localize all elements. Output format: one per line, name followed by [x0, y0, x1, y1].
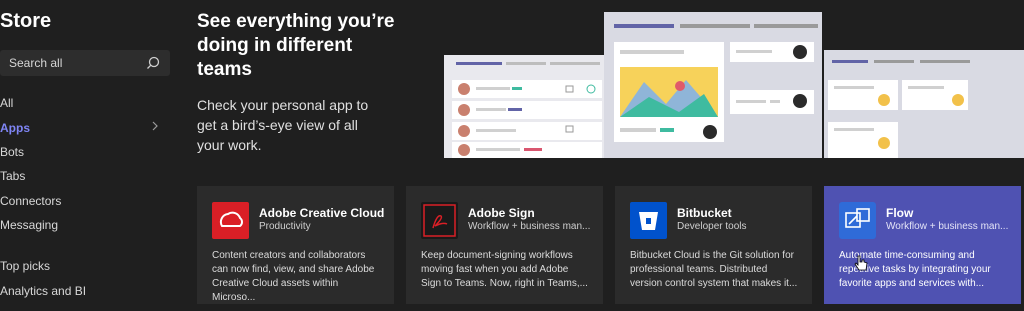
- sidebar-item-all[interactable]: All: [0, 96, 13, 110]
- hero-title: See everything you’re doing in different…: [197, 11, 395, 80]
- flow-logo-icon: [839, 202, 876, 239]
- bitbucket-logo-icon: [630, 202, 667, 239]
- app-category: Productivity: [259, 221, 311, 232]
- app-category: Workflow + business man...: [886, 221, 1009, 232]
- sidebar-item-apps[interactable]: Apps: [0, 121, 30, 135]
- sidebar-item-connectors[interactable]: Connectors: [0, 194, 61, 208]
- adobe-sign-logo-icon: [421, 202, 458, 239]
- app-card-bitbucket[interactable]: Bitbucket Developer tools Bitbucket Clou…: [615, 186, 812, 304]
- app-card-adobe-sign[interactable]: Adobe Sign Workflow + business man... Ke…: [406, 186, 603, 304]
- sidebar-item-analytics-and-bi[interactable]: Analytics and BI: [0, 284, 86, 298]
- app-category: Developer tools: [677, 221, 747, 232]
- app-card-adobe-creative-cloud[interactable]: Adobe Creative Cloud Productivity Conten…: [197, 186, 394, 304]
- search-placeholder: Search all: [9, 56, 63, 70]
- app-description: Content creators and collaborators can n…: [212, 250, 375, 303]
- landscape-image: [620, 67, 718, 117]
- search-input[interactable]: Search all: [0, 50, 170, 76]
- hero-illustration: [444, 12, 1024, 158]
- chevron-right-icon: [152, 121, 158, 131]
- adobe-creative-cloud-logo-icon: [212, 202, 249, 239]
- search-icon[interactable]: [146, 56, 160, 70]
- sidebar-item-top-picks[interactable]: Top picks: [0, 259, 50, 273]
- app-description: Keep document-signing workflows moving f…: [421, 250, 588, 289]
- app-name: Bitbucket: [677, 206, 732, 220]
- sidebar: Store Search all All Apps Bots Tabs Conn…: [0, 0, 185, 311]
- sidebar-item-tabs[interactable]: Tabs: [0, 169, 25, 183]
- left-list: [452, 80, 602, 158]
- hero-subtitle: Check your personal app to get a bird’s-…: [197, 97, 369, 153]
- sidebar-item-messaging[interactable]: Messaging: [0, 218, 58, 232]
- hand-cursor-icon: [854, 255, 868, 271]
- app-category: Workflow + business man...: [468, 221, 591, 232]
- page-title: Store: [0, 10, 52, 32]
- app-name: Flow: [886, 206, 914, 220]
- app-description: Bitbucket Cloud is the Git solution for …: [630, 250, 798, 289]
- app-name: Adobe Sign: [468, 206, 535, 220]
- app-name: Adobe Creative Cloud: [259, 206, 385, 220]
- app-card-flow[interactable]: Flow Workflow + business man... Automate…: [824, 186, 1021, 304]
- sidebar-item-bots[interactable]: Bots: [0, 145, 24, 159]
